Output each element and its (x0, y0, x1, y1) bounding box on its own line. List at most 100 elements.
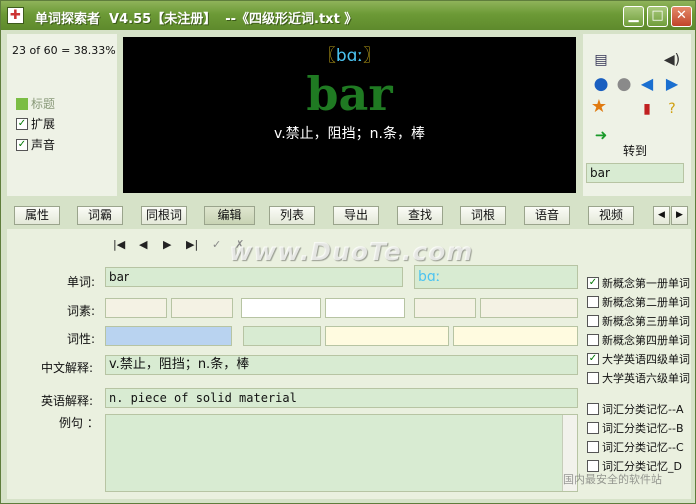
tab-export[interactable]: 导出 (333, 206, 379, 225)
checkbox-icon[interactable] (587, 403, 599, 415)
book-label: 词汇分类记忆--C (602, 441, 684, 454)
phonetic-text: bɑː (335, 46, 364, 66)
example-textarea[interactable] (105, 414, 578, 492)
pos-field-3[interactable] (325, 326, 449, 346)
bracket-close: 〗 (363, 46, 381, 66)
toggle-extend[interactable]: ✓ 扩展 (16, 115, 55, 132)
morpheme-label: 词素: (67, 304, 96, 318)
tab-find[interactable]: 查找 (397, 206, 443, 225)
book-label: 大学英语六级单词 (602, 372, 690, 385)
checkbox-icon[interactable]: ✓ (587, 353, 599, 365)
pos-label: 词性: (67, 332, 96, 346)
chinese-field[interactable]: v.禁止，阻挡；n.条，棒 (105, 355, 578, 375)
tabs-scroll-left-icon[interactable]: ◀ (653, 206, 670, 225)
book-checkbox-item[interactable]: 新概念第三册单词 (587, 313, 690, 329)
book-label: 新概念第三册单词 (602, 315, 690, 328)
checkbox-icon[interactable] (587, 441, 599, 453)
english-label: 英语解释: (41, 394, 94, 408)
next-icon[interactable]: ▶ (163, 238, 171, 251)
tab-list[interactable]: 列表 (269, 206, 315, 225)
pos-field-1[interactable] (105, 326, 232, 346)
goto-label: 转到 (623, 144, 648, 158)
watermark-subtext: 国内最安全的软件站 (563, 473, 662, 486)
book-label: 词汇分类记忆--B (602, 422, 684, 435)
word-display: 〖bɑː〗 bar v.禁止，阻挡；n.条，棒 (123, 37, 576, 193)
toggle-label: 声音 (31, 138, 56, 152)
word-field[interactable]: bar (105, 267, 403, 287)
pos-field-2[interactable] (243, 326, 321, 346)
checkbox-icon[interactable] (587, 422, 599, 434)
help-icon[interactable]: ? (663, 100, 681, 118)
book-label: 新概念第二册单词 (602, 296, 690, 309)
first-icon[interactable]: |◀ (113, 238, 125, 251)
book-label: 大学英语四级单词 (602, 353, 690, 366)
goto-arrow-icon[interactable]: ➜ (592, 126, 610, 144)
checkbox-icon[interactable] (587, 334, 599, 346)
phonetic-field[interactable]: bɑː (414, 265, 578, 289)
book-checkbox-item[interactable]: 大学英语六级单词 (587, 370, 690, 386)
morpheme-field-1[interactable] (105, 298, 167, 318)
chart-icon[interactable]: ▮ (638, 100, 656, 118)
tab-properties[interactable]: 属性 (14, 206, 60, 225)
word-meaning: v.禁止，阻挡；n.条，棒 (274, 126, 425, 142)
book-checkbox-item[interactable]: 新概念第四册单词 (587, 332, 690, 348)
forward-icon[interactable]: ▶ (663, 75, 681, 93)
toggle-label: 标题 (31, 97, 56, 111)
confirm-icon[interactable]: ✓ (212, 238, 221, 251)
stop-icon[interactable]: ● (615, 75, 633, 93)
book-checkbox-item[interactable]: 新概念第二册单词 (587, 294, 690, 310)
morpheme-field-3[interactable] (241, 298, 321, 318)
morpheme-field-2[interactable] (171, 298, 233, 318)
book-checkbox-item[interactable]: 词汇分类记忆--A (587, 401, 690, 417)
book-label: 新概念第四册单词 (602, 334, 690, 347)
tab-roots[interactable]: 词根 (460, 206, 506, 225)
book-label: 新概念第一册单词 (602, 277, 690, 290)
tab-ciba[interactable]: 词霸 (77, 206, 123, 225)
checkbox-icon[interactable]: ✓ (16, 117, 28, 130)
close-button[interactable]: ✕ (671, 6, 692, 27)
minimize-button[interactable]: ▁ (623, 6, 644, 27)
checkbox-icon[interactable]: ✓ (16, 138, 28, 151)
morpheme-field-6[interactable] (480, 298, 578, 318)
tab-edit[interactable]: 编辑 (204, 206, 255, 225)
tabs-scroll-right-icon[interactable]: ▶ (671, 206, 688, 225)
tab-video[interactable]: 视频 (588, 206, 634, 225)
book-icon[interactable]: ▤ (592, 51, 610, 69)
word-label: 单词: (67, 275, 96, 289)
star-icon[interactable]: ★ (590, 98, 608, 116)
maximize-button[interactable]: □ (647, 6, 668, 27)
checkbox-icon[interactable]: ✓ (587, 277, 599, 289)
title-bar: ✚ 单词探索者 V4.55【未注册】 --《四级形近词.txt 》 ▁ □ ✕ (1, 1, 695, 30)
last-icon[interactable]: ▶| (186, 238, 198, 251)
app-window: ✚ 单词探索者 V4.55【未注册】 --《四级形近词.txt 》 ▁ □ ✕ … (0, 0, 696, 504)
prev-icon[interactable]: ◀ (139, 238, 147, 251)
watermark-text: www.DuoTe.com (229, 237, 474, 266)
book-checkbox-item[interactable]: ✓ 大学英语四级单词 (587, 351, 690, 367)
app-icon: ✚ (7, 7, 24, 24)
toggle-title[interactable]: 标题 (16, 95, 55, 112)
toggle-sound[interactable]: ✓ 声音 (16, 136, 55, 153)
example-label: 例句 ： (59, 416, 99, 430)
tab-root-words[interactable]: 同根词 (141, 206, 187, 225)
book-checkbox-item[interactable]: 词汇分类记忆--B (587, 420, 690, 436)
window-title: 单词探索者 V4.55【未注册】 --《四级形近词.txt 》 (35, 12, 358, 27)
pos-field-4[interactable] (453, 326, 578, 346)
play-icon[interactable]: ● (592, 75, 610, 93)
checkbox-icon[interactable] (587, 372, 599, 384)
english-field[interactable]: n. piece of solid material (105, 388, 578, 408)
tab-audio[interactable]: 语音 (524, 206, 570, 225)
chinese-label: 中文解释: (41, 361, 94, 375)
progress-text: 23 of 60 = 38.33% (12, 44, 116, 57)
toggle-label: 扩展 (31, 117, 56, 131)
checkbox-icon[interactable] (587, 315, 599, 327)
book-checkbox-item[interactable]: 词汇分类记忆--C (587, 439, 690, 455)
morpheme-field-4[interactable] (325, 298, 405, 318)
morpheme-field-5[interactable] (414, 298, 476, 318)
back-icon[interactable]: ◀ (638, 75, 656, 93)
goto-input[interactable]: bar (586, 163, 684, 183)
checkbox-icon[interactable] (587, 296, 599, 308)
book-checkbox-item[interactable]: ✓ 新概念第一册单词 (587, 275, 690, 291)
checkbox-icon[interactable] (16, 97, 28, 110)
bracket-open: 〖 (318, 46, 336, 66)
speaker-icon[interactable]: ◀) (663, 51, 681, 69)
